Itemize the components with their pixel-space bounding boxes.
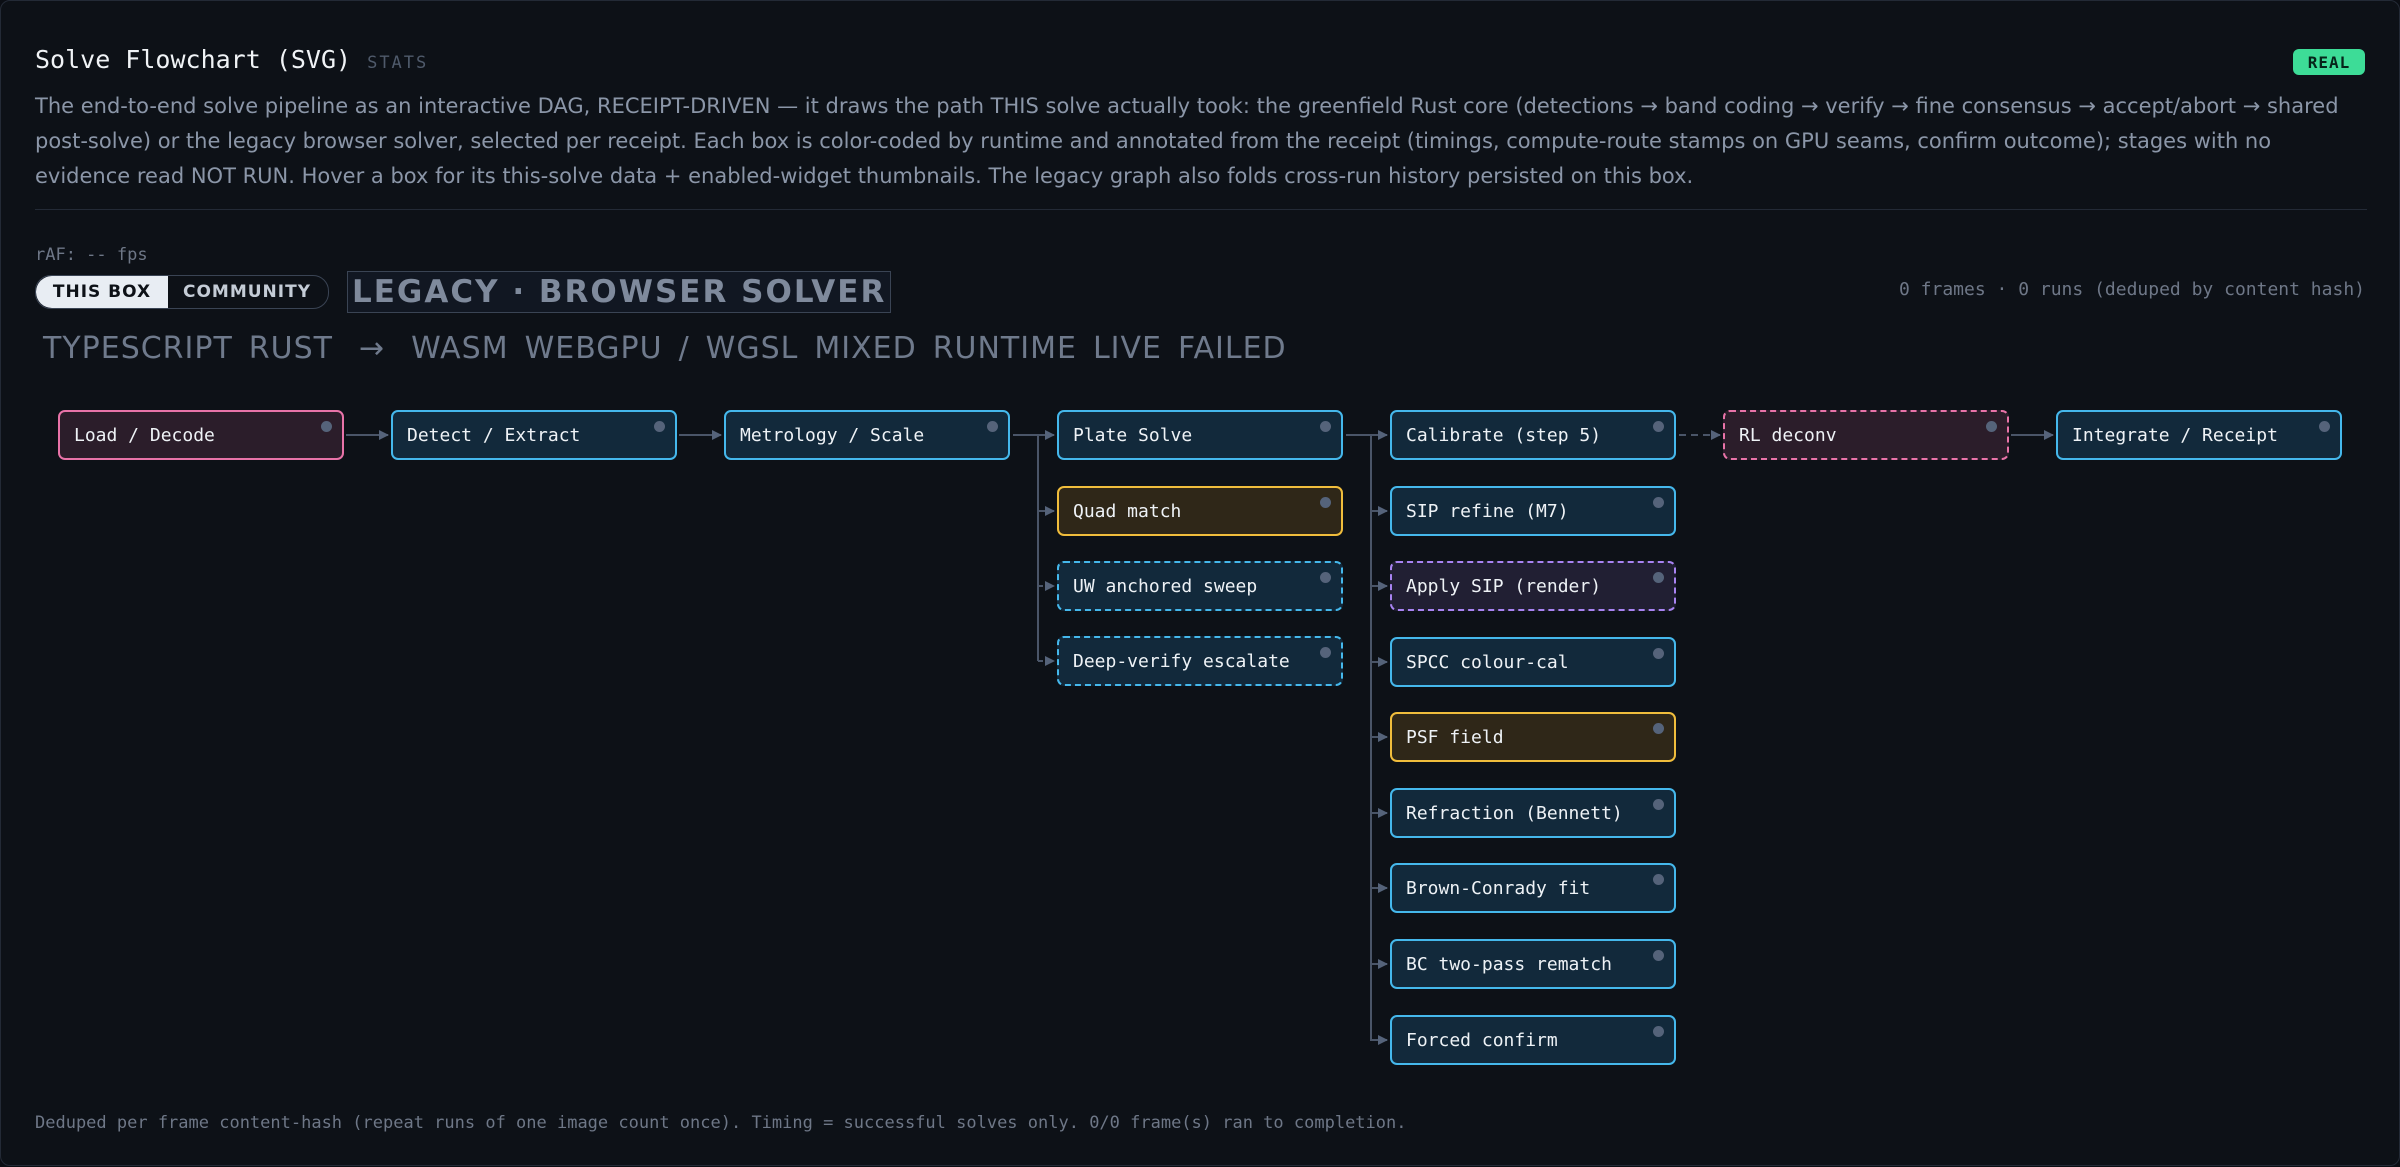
- legend-slash: /: [678, 331, 690, 366]
- panel-title: Solve Flowchart (SVG): [35, 45, 352, 74]
- node-label: BC two-pass rematch: [1406, 953, 1612, 975]
- runs-summary: 0 frames · 0 runs (deduped by content ha…: [1899, 279, 2365, 300]
- node-label: Load / Decode: [74, 424, 215, 446]
- node-label: SPCC colour-cal: [1406, 651, 1569, 673]
- legend-webgpu: WEBGPU: [524, 331, 663, 366]
- stats-tag: STATS: [367, 53, 429, 73]
- node-deep-verify[interactable]: Deep-verify escalate: [1057, 636, 1343, 686]
- status-dot-icon: [321, 421, 332, 432]
- node-apply-sip[interactable]: Apply SIP (render): [1390, 561, 1676, 611]
- node-refraction[interactable]: Refraction (Bennett): [1390, 788, 1676, 838]
- legend-mixed: MIXED: [814, 331, 917, 366]
- node-label: Refraction (Bennett): [1406, 802, 1623, 824]
- node-plate-solve[interactable]: Plate Solve: [1057, 410, 1343, 460]
- status-dot-icon: [987, 421, 998, 432]
- node-label: Integrate / Receipt: [2072, 424, 2278, 446]
- status-dot-icon: [1320, 421, 1331, 432]
- legend-rust: RUST: [248, 331, 333, 366]
- node-label: PSF field: [1406, 726, 1504, 748]
- status-dot-icon: [1653, 421, 1664, 432]
- node-label: UW anchored sweep: [1073, 575, 1258, 597]
- status-dot-icon: [1986, 421, 1997, 432]
- status-dot-icon: [1320, 647, 1331, 658]
- node-uw-anchored-sweep[interactable]: UW anchored sweep: [1057, 561, 1343, 611]
- legend-runtime: RUNTIME: [932, 331, 1077, 366]
- legend-wasm: WASM: [411, 331, 509, 366]
- node-integrate-receipt[interactable]: Integrate / Receipt: [2056, 410, 2342, 460]
- legend-failed: FAILED: [1178, 331, 1287, 366]
- status-dot-icon: [1653, 572, 1664, 583]
- legend-wgsl: WGSL: [705, 331, 799, 366]
- node-metrology-scale[interactable]: Metrology / Scale: [724, 410, 1010, 460]
- status-dot-icon: [1653, 723, 1664, 734]
- node-label: Plate Solve: [1073, 424, 1193, 446]
- node-calibrate[interactable]: Calibrate (step 5): [1390, 410, 1676, 460]
- node-label: SIP refine (M7): [1406, 500, 1569, 522]
- divider: [35, 209, 2367, 210]
- runtime-legend: TYPESCRIPT RUST → WASM WEBGPU / WGSL MIX…: [43, 331, 1287, 366]
- panel-description: The end-to-end solve pipeline as an inte…: [35, 94, 2339, 188]
- footer-note: Deduped per frame content-hash (repeat r…: [35, 1113, 1407, 1133]
- status-dot-icon: [1320, 572, 1331, 583]
- status-dot-icon: [1653, 874, 1664, 885]
- real-badge: REAL: [2293, 49, 2365, 75]
- status-dot-icon: [1653, 950, 1664, 961]
- raf-fps-readout: rAF: -- fps: [35, 245, 148, 265]
- flowchart-panel: Solve Flowchart (SVG) STATS REAL The end…: [0, 0, 2400, 1166]
- community-toggle[interactable]: COMMUNITY: [168, 276, 326, 308]
- solver-title: LEGACY · BROWSER SOLVER: [347, 271, 892, 313]
- title-row: Solve Flowchart (SVG) STATS: [35, 45, 428, 74]
- node-psf-field[interactable]: PSF field: [1390, 712, 1676, 762]
- node-label: Quad match: [1073, 500, 1182, 522]
- node-brown-conrady[interactable]: Brown-Conrady fit: [1390, 863, 1676, 913]
- status-dot-icon: [1653, 799, 1664, 810]
- node-bc-rematch[interactable]: BC two-pass rematch: [1390, 939, 1676, 989]
- status-dot-icon: [1320, 497, 1331, 508]
- scope-toggle: THIS BOX COMMUNITY: [35, 275, 329, 309]
- node-quad-match[interactable]: Quad match: [1057, 486, 1343, 536]
- node-label: Detect / Extract: [407, 424, 581, 446]
- node-label: Deep-verify escalate: [1073, 650, 1290, 672]
- node-load-decode[interactable]: Load / Decode: [58, 410, 344, 460]
- node-label: RL deconv: [1739, 424, 1837, 446]
- node-label: Forced confirm: [1406, 1029, 1558, 1051]
- node-detect-extract[interactable]: Detect / Extract: [391, 410, 677, 460]
- status-dot-icon: [2319, 421, 2330, 432]
- status-dot-icon: [654, 421, 665, 432]
- legend-typescript: TYPESCRIPT: [43, 331, 233, 366]
- status-dot-icon: [1653, 648, 1664, 659]
- node-rl-deconv[interactable]: RL deconv: [1723, 410, 2009, 460]
- node-sip-refine[interactable]: SIP refine (M7): [1390, 486, 1676, 536]
- node-label: Calibrate (step 5): [1406, 424, 1602, 446]
- node-label: Apply SIP (render): [1406, 575, 1602, 597]
- node-forced-confirm[interactable]: Forced confirm: [1390, 1015, 1676, 1065]
- node-label: Metrology / Scale: [740, 424, 925, 446]
- node-label: Brown-Conrady fit: [1406, 877, 1591, 899]
- legend-live: LIVE: [1092, 331, 1162, 366]
- legend-arrow: →: [358, 331, 386, 366]
- status-dot-icon: [1653, 497, 1664, 508]
- node-spcc[interactable]: SPCC colour-cal: [1390, 637, 1676, 687]
- status-dot-icon: [1653, 1026, 1664, 1037]
- this-box-toggle[interactable]: THIS BOX: [36, 276, 168, 308]
